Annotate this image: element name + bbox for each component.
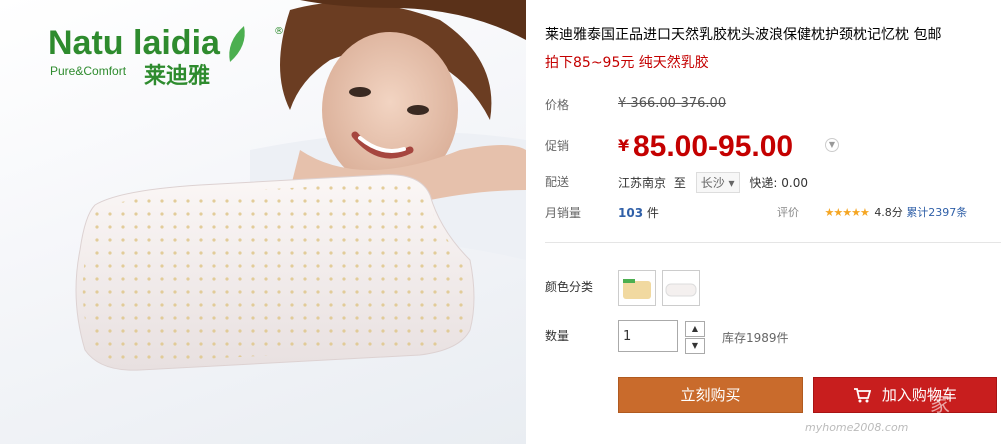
caret-down-icon: ▾ (728, 176, 735, 190)
star-rating-icon: ★★★★★ (824, 206, 870, 219)
ship-to-word: 至 (673, 176, 686, 190)
color-swatch-plain[interactable] (662, 270, 700, 306)
color-label: 颜色分类 (545, 280, 594, 294)
logo-wordmark: Natu laidi (48, 24, 202, 62)
ship-from: 江苏南京 (618, 176, 667, 190)
buy-now-button[interactable]: 立刻购买 (618, 377, 803, 413)
product-info-panel: 莱迪雅泰国正品进口天然乳胶枕头波浪保健枕护颈枕记忆枕 包邮 拍下85~95元 纯… (545, 0, 1001, 444)
rating-score: 4.8分 (874, 206, 903, 219)
rating-summary: 评价 ★★★★★ 4.8分 累计2397条 (777, 204, 967, 220)
shipping-label: 配送 (545, 175, 570, 189)
quantity-decrease-button[interactable]: ▼ (685, 338, 705, 354)
product-title[interactable]: 莱迪雅泰国正品进口天然乳胶枕头波浪保健枕护颈枕记忆枕 包邮 (545, 24, 941, 44)
color-swatch-with-box[interactable] (618, 270, 656, 306)
swatch-box-thumbnail (623, 279, 651, 299)
original-price-symbol: ¥ (618, 96, 627, 111)
promo-label: 促销 (545, 139, 570, 153)
logo-chinese-name: 莱迪雅 (144, 64, 211, 89)
cart-icon (853, 386, 882, 404)
quantity-input[interactable]: 1 (618, 320, 678, 352)
shipping-fee: 快递: 0.00 (749, 176, 808, 190)
shipping-info: 江苏南京 至 长沙 ▾ 快递: 0.00 (618, 172, 808, 193)
product-image-gallery[interactable]: Natu laidia ® Pure&Comfort 莱迪雅 (0, 0, 526, 444)
destination-city-select[interactable]: 长沙 ▾ (695, 172, 740, 193)
destination-city: 长沙 (700, 176, 725, 190)
registered-mark: ® (274, 26, 284, 37)
monthly-sales-unit: 件 (646, 206, 659, 220)
buy-now-label: 立刻购买 (680, 386, 741, 404)
add-to-cart-button[interactable]: 加入购物车 (813, 377, 997, 413)
watermark-url: myhome2008.com (805, 421, 909, 434)
promo-price-symbol: ¥ (618, 136, 630, 155)
stock-count: 库存1989件 (722, 331, 789, 345)
chevron-down-icon[interactable]: ▼ (825, 138, 839, 152)
promo-price: ¥ 85.00-95.00 (618, 130, 793, 164)
quantity-increase-button[interactable]: ▲ (685, 321, 705, 337)
logo-wordmark-end: a (201, 24, 220, 62)
quantity-label: 数量 (545, 329, 570, 343)
leaf-icon (229, 26, 245, 62)
swatch-plain-thumbnail (665, 283, 697, 297)
rating-label: 评价 (777, 206, 799, 219)
review-count-link[interactable]: 累计2397条 (906, 206, 967, 219)
watermark-char: 家 (930, 392, 950, 416)
divider (545, 242, 1001, 243)
monthly-sales-label: 月销量 (545, 206, 582, 220)
original-price: ¥ 366.00-376.00 (618, 96, 726, 111)
promo-price-value: 85.00-95.00 (632, 130, 794, 163)
logo-tagline: Pure&Comfort (50, 64, 127, 78)
brand-logo: Natu laidia ® Pure&Comfort 莱迪雅 (48, 24, 284, 89)
monthly-sales: 103 件 (618, 204, 659, 221)
original-price-value: 366.00-376.00 (630, 96, 727, 111)
product-subtitle: 拍下85~95元 纯天然乳胶 (545, 55, 709, 71)
monthly-sales-count: 103 (618, 206, 644, 220)
price-label: 价格 (545, 98, 570, 112)
